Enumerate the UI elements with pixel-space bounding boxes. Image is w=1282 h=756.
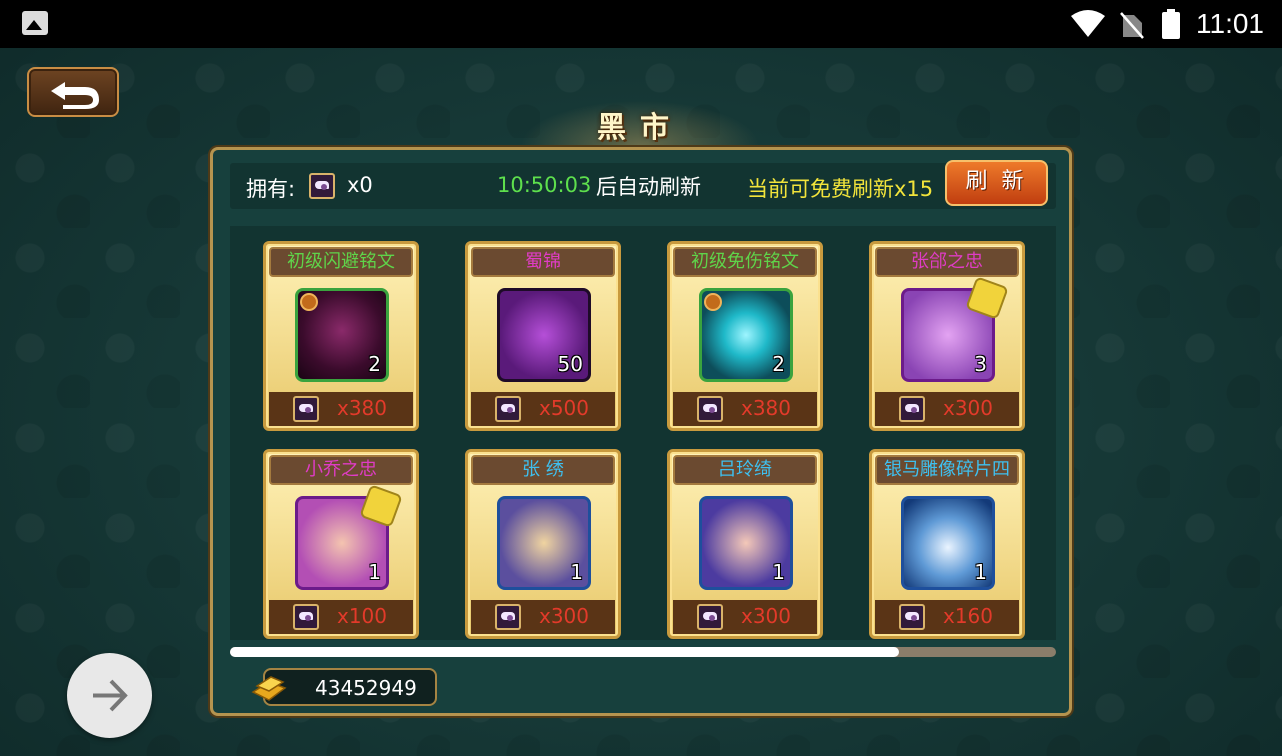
puzzle-piece-icon xyxy=(965,276,1009,320)
price-bar: x300 xyxy=(673,600,817,634)
item-quantity: 1 xyxy=(974,560,987,584)
damage-reduction-rune-icon[interactable]: 2 xyxy=(699,288,793,382)
dodge-rune-icon[interactable]: 2 xyxy=(295,288,389,382)
item-name: 蜀锦 xyxy=(471,247,615,277)
price-bar: x100 xyxy=(269,600,413,634)
shop-item-card[interactable]: 初级闪避铭文 2 x380 xyxy=(263,241,419,431)
rune-badge-icon xyxy=(704,293,722,311)
black-market-coin-icon xyxy=(697,604,723,630)
black-market-coin-icon xyxy=(495,604,521,630)
item-name: 初级闪避铭文 xyxy=(269,247,413,277)
item-quantity: 1 xyxy=(570,560,583,584)
image-notification-icon xyxy=(22,11,48,35)
item-price: x380 xyxy=(337,396,388,420)
free-refresh-count: 当前可免费刷新x15 xyxy=(747,177,934,201)
next-button[interactable] xyxy=(67,653,152,738)
gold-display: 43452949 xyxy=(251,668,437,706)
item-name: 初级免伤铭文 xyxy=(673,247,817,277)
item-quantity: 2 xyxy=(368,352,381,376)
back-button[interactable] xyxy=(27,67,119,117)
status-bar: 11:01 xyxy=(0,0,1282,48)
page-title: 黑市 xyxy=(596,110,683,144)
scrollbar-thumb[interactable] xyxy=(230,647,900,657)
item-price: x300 xyxy=(741,604,792,628)
back-arrow-icon xyxy=(51,82,99,109)
market-info-bar: 拥有: x0 10:50:03 后自动刷新 当前可免费刷新x15 xyxy=(230,163,1056,209)
item-price: x100 xyxy=(337,604,388,628)
item-quantity: 3 xyxy=(974,352,987,376)
item-name: 银马雕像碎片四 xyxy=(875,455,1019,485)
silk-icon[interactable]: 50 xyxy=(497,288,591,382)
price-bar: x380 xyxy=(673,392,817,426)
black-market-coin-icon xyxy=(899,604,925,630)
item-name: 吕玲绮 xyxy=(673,455,817,485)
price-bar: x300 xyxy=(471,600,615,634)
battery-icon xyxy=(1162,9,1180,39)
horizontal-scrollbar[interactable] xyxy=(230,647,1056,657)
lv-lingqi-portrait-icon[interactable]: 1 xyxy=(699,496,793,590)
refresh-timer: 10:50:03 xyxy=(497,173,592,197)
item-price: x300 xyxy=(539,604,590,628)
wifi-icon xyxy=(1071,10,1105,37)
item-price: x380 xyxy=(741,396,792,420)
no-sim-icon xyxy=(1120,12,1144,39)
item-quantity: 2 xyxy=(772,352,785,376)
item-price: x300 xyxy=(943,396,994,420)
gold-ingot-icon xyxy=(251,676,287,701)
shop-item-card[interactable]: 初级免伤铭文 2 x380 xyxy=(667,241,823,431)
zhang-xiu-portrait-icon[interactable]: 1 xyxy=(497,496,591,590)
status-clock: 11:01 xyxy=(1196,8,1264,39)
black-market-coin-icon xyxy=(495,396,521,422)
puzzle-piece-icon xyxy=(359,484,403,528)
shop-item-card[interactable]: 小乔之忠 1 x100 xyxy=(263,449,419,639)
item-price: x160 xyxy=(943,604,994,628)
price-bar: x300 xyxy=(875,392,1019,426)
price-bar: x160 xyxy=(875,600,1019,634)
auto-refresh-label: 后自动刷新 xyxy=(596,175,701,199)
price-bar: x500 xyxy=(471,392,615,426)
shop-item-card[interactable]: 张郃之忠 3 x300 xyxy=(869,241,1025,431)
black-market-coin-icon xyxy=(309,173,335,199)
black-market-panel: 拥有: x0 10:50:03 后自动刷新 当前可免费刷新x15 刷新 初级闪避… xyxy=(210,147,1072,716)
rune-badge-icon xyxy=(300,293,318,311)
owned-count: x0 xyxy=(347,173,373,197)
shop-item-card[interactable]: 吕玲绮 1 x300 xyxy=(667,449,823,639)
silver-horse-shard-icon[interactable]: 1 xyxy=(901,496,995,590)
price-bar: x380 xyxy=(269,392,413,426)
arrow-right-icon xyxy=(93,679,128,712)
item-name: 小乔之忠 xyxy=(269,455,413,485)
shop-grid: 初级闪避铭文 2 x380 蜀锦 50 x500 初级免伤铭文 2 x380 张郃之忠 3 x300 小… xyxy=(230,226,1056,640)
item-quantity: 50 xyxy=(557,352,583,376)
shop-item-card[interactable]: 张 绣 1 x300 xyxy=(465,449,621,639)
item-quantity: 1 xyxy=(772,560,785,584)
refresh-button[interactable]: 刷新 xyxy=(945,160,1048,206)
black-market-coin-icon xyxy=(899,396,925,422)
xiao-qiao-portrait-icon[interactable]: 1 xyxy=(295,484,403,590)
owned-label: 拥有: xyxy=(246,177,296,201)
shop-item-card[interactable]: 银马雕像碎片四 1 x160 xyxy=(869,449,1025,639)
item-name: 张郃之忠 xyxy=(875,247,1019,277)
item-price: x500 xyxy=(539,396,590,420)
black-market-coin-icon xyxy=(697,396,723,422)
black-market-coin-icon xyxy=(293,604,319,630)
black-market-coin-icon xyxy=(293,396,319,422)
title-banner: 黑市 xyxy=(520,100,760,146)
shop-item-card[interactable]: 蜀锦 50 x500 xyxy=(465,241,621,431)
item-quantity: 1 xyxy=(368,560,381,584)
item-name: 张 绣 xyxy=(471,455,615,485)
zhang-he-portrait-icon[interactable]: 3 xyxy=(901,276,1009,382)
gold-amount: 43452949 xyxy=(315,676,417,700)
